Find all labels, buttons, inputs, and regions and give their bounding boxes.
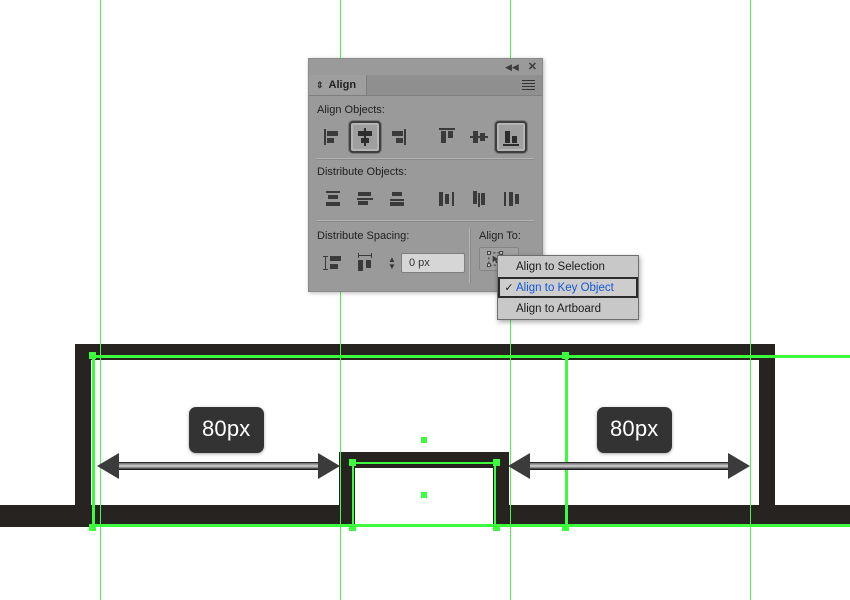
spacing-value-input[interactable]: 0 px [401, 253, 465, 273]
arrow-head-right-icon [728, 453, 750, 479]
vertical-align-center-icon [470, 131, 488, 143]
distribute-spacing-group: Distribute Spacing: ▲ ▼ 0 px [317, 228, 465, 283]
horizontal-align-left-button[interactable] [317, 121, 349, 153]
anchor-point[interactable] [493, 459, 500, 466]
vertical-distribute-spacing-icon [323, 256, 341, 270]
arrow-head-left-icon [97, 453, 119, 479]
vertical-align-bottom-icon [503, 131, 519, 146]
spacing-stepper[interactable]: ▲ ▼ [385, 250, 399, 276]
menu-item-align-to-artboard[interactable]: Align to Artboard [498, 298, 638, 319]
vertical-distribute-center-icon [357, 192, 373, 205]
anchor-point[interactable] [493, 524, 500, 531]
horizontal-align-center-icon [358, 128, 372, 146]
measure-arrow-left [97, 453, 340, 479]
tab-align-label: Align [328, 79, 357, 91]
vertical-distribute-top-icon [326, 191, 340, 206]
menu-item-align-to-key-object[interactable]: ✓ Align to Key Object [498, 277, 638, 298]
tab-expand-icon: ⇕ [316, 79, 324, 90]
arrow-shaft [530, 462, 728, 470]
divider-1 [317, 158, 534, 160]
vertical-distribute-center-button[interactable] [349, 183, 381, 215]
align-to-dropdown-menu[interactable]: Align to Selection ✓ Align to Key Object… [497, 255, 639, 320]
center-point [421, 437, 427, 443]
menu-item-label: Align to Artboard [516, 302, 602, 315]
horizontal-distribute-spacing-icon [358, 253, 372, 271]
horizontal-distribute-left-icon [439, 192, 454, 206]
horizontal-align-right-button[interactable] [381, 121, 413, 153]
horizontal-align-center-button[interactable] [349, 121, 381, 153]
vertical-distribute-bottom-button[interactable] [381, 183, 413, 215]
stepper-down-icon[interactable]: ▼ [388, 263, 396, 271]
vertical-align-bottom-button[interactable] [495, 121, 527, 153]
align-objects-row [317, 121, 534, 153]
menu-item-label: Align to Selection [516, 260, 605, 273]
panel-titlebar[interactable]: ◀◀ ✕ [309, 59, 542, 75]
menu-item-label: Align to Key Object [516, 281, 614, 294]
arrow-head-left-icon [508, 453, 530, 479]
vertical-distribute-top-button[interactable] [317, 183, 349, 215]
center-point [421, 492, 427, 498]
horizontal-align-right-icon [392, 129, 406, 145]
horizontal-distribute-right-icon [504, 192, 519, 206]
horizontal-distribute-center-button[interactable] [463, 183, 495, 215]
distribute-spacing-row: ▲ ▼ 0 px [317, 247, 465, 279]
anchor-point[interactable] [349, 459, 356, 466]
anchor-point[interactable] [562, 524, 569, 531]
measure-arrow-right [508, 453, 750, 479]
horizontal-align-left-icon [324, 129, 338, 145]
divider-2 [317, 220, 534, 222]
anchor-point[interactable] [562, 352, 569, 359]
close-icon[interactable]: ✕ [528, 61, 537, 73]
arrow-head-right-icon [318, 453, 340, 479]
horizontal-distribute-center-icon [473, 191, 485, 207]
panel-menu-icon[interactable] [522, 75, 542, 95]
align-objects-label: Align Objects: [317, 104, 385, 116]
anchor-point[interactable] [349, 524, 356, 531]
selection-bounds-left[interactable] [92, 355, 568, 527]
distribute-objects-row [317, 183, 534, 215]
vertical-distribute-spacing-button[interactable] [317, 247, 349, 279]
menu-item-align-to-selection[interactable]: Align to Selection [498, 256, 638, 277]
measurement-badge-left: 80px [189, 407, 264, 453]
tab-align[interactable]: ⇕ Align [309, 75, 368, 95]
horizontal-distribute-right-button[interactable] [495, 183, 527, 215]
horizontal-distribute-left-button[interactable] [431, 183, 463, 215]
collapse-icon[interactable]: ◀◀ [505, 62, 519, 72]
arrow-shaft [119, 462, 318, 470]
vertical-distribute-bottom-icon [390, 192, 404, 206]
distribute-spacing-label: Distribute Spacing: [317, 230, 410, 242]
anchor-point[interactable] [89, 352, 96, 359]
vertical-align-top-icon [439, 128, 455, 143]
anchor-point[interactable] [89, 524, 96, 531]
check-icon: ✓ [504, 282, 514, 294]
panel-tabbar[interactable]: ⇕ Align [309, 75, 542, 96]
align-to-label: Align To: [478, 230, 521, 242]
vertical-align-top-button[interactable] [431, 121, 463, 153]
measurement-badge-right: 80px [597, 407, 672, 453]
distribute-objects-label: Distribute Objects: [317, 166, 407, 178]
vertical-divider [469, 228, 471, 283]
horizontal-distribute-spacing-button[interactable] [349, 247, 381, 279]
vertical-align-center-button[interactable] [463, 121, 495, 153]
